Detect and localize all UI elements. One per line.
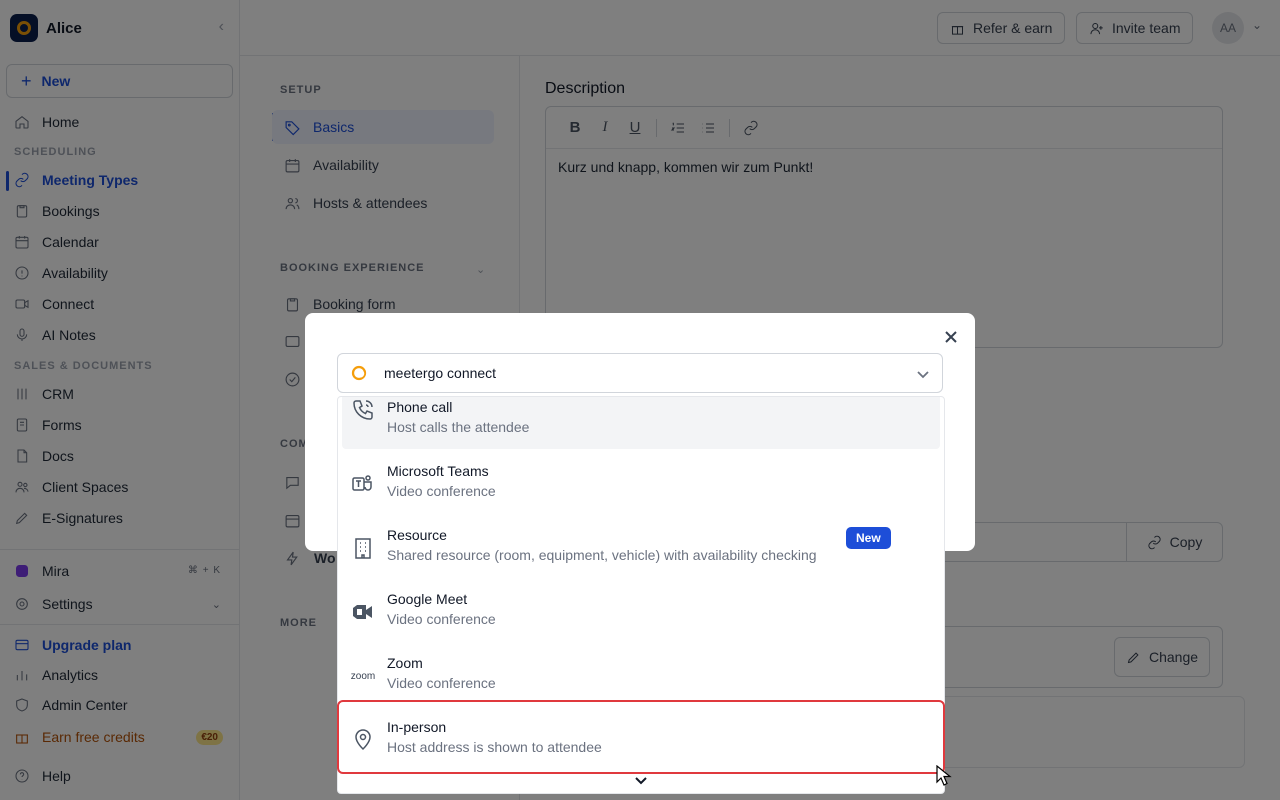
chevron-down-icon[interactable] — [916, 367, 930, 381]
option-microsoft-teams[interactable]: Microsoft Teams Video conference — [342, 461, 940, 517]
close-icon — [945, 331, 957, 343]
option-title: Google Meet — [387, 591, 468, 607]
scroll-down-icon[interactable] — [634, 773, 648, 787]
option-title: Resource — [387, 527, 447, 543]
phone-icon — [350, 397, 376, 423]
option-subtitle: Video conference — [387, 611, 496, 627]
meetergo-logo-icon — [351, 365, 367, 381]
selected-location: meetergo connect — [384, 365, 497, 381]
mouse-cursor-icon — [936, 765, 952, 786]
option-resource[interactable]: Resource Shared resource (room, equipmen… — [342, 525, 940, 581]
option-subtitle: Video conference — [387, 483, 496, 499]
option-title: Microsoft Teams — [387, 463, 489, 479]
option-subtitle: Video conference — [387, 675, 496, 691]
option-title: Zoom — [387, 655, 423, 671]
new-badge: New — [846, 527, 891, 549]
close-button[interactable] — [941, 327, 961, 347]
option-subtitle: Shared resource (room, equipment, vehicl… — [387, 547, 817, 563]
option-title: Phone call — [387, 399, 453, 415]
teams-icon — [350, 471, 376, 497]
selection-highlight — [337, 700, 945, 774]
building-icon — [350, 535, 376, 561]
option-google-meet[interactable]: Google Meet Video conference — [342, 589, 940, 645]
zoom-logo-text: zoom — [350, 670, 376, 682]
option-subtitle: Host calls the attendee — [387, 419, 530, 435]
zoom-icon: zoom — [350, 663, 376, 689]
google-meet-icon — [350, 599, 376, 625]
location-select[interactable]: meetergo connect — [337, 353, 943, 393]
option-phone-call[interactable]: Phone call Host calls the attendee — [342, 397, 940, 449]
